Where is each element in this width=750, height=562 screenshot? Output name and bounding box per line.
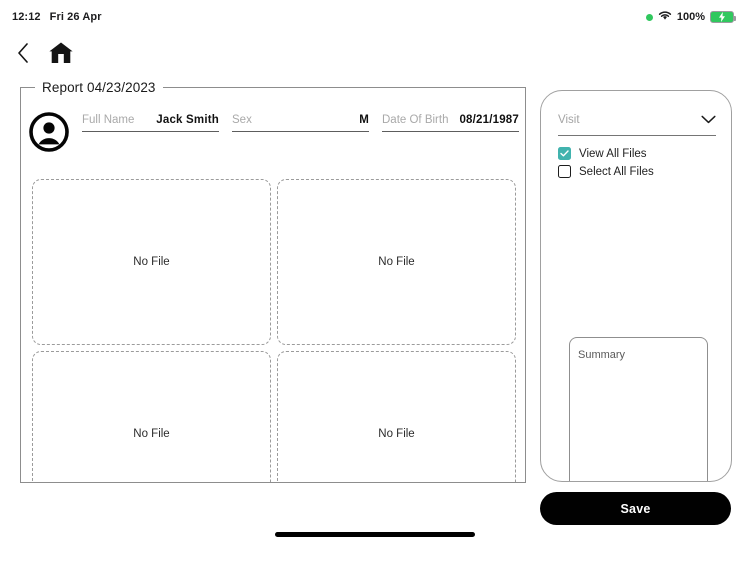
status-date: Fri 26 Apr (49, 11, 102, 23)
view-all-files-label: View All Files (579, 147, 647, 160)
summary-placeholder: Summary (578, 349, 626, 361)
status-bar-right: 100% (645, 10, 736, 24)
full-name-label: Full Name (82, 114, 135, 126)
status-time: 12:12 (12, 11, 41, 23)
view-all-files-checkbox[interactable] (558, 147, 571, 160)
file-dropzone[interactable]: No File (32, 351, 271, 482)
home-button[interactable] (46, 39, 76, 69)
date-of-birth-field[interactable]: Date Of Birth 08/21/1987 (382, 114, 519, 132)
back-button[interactable] (10, 40, 36, 68)
patient-fields: Full Name Jack Smith Sex M Date Of Birth… (69, 114, 525, 132)
file-dropzone[interactable]: No File (277, 179, 516, 345)
report-title: Report 04/23/2023 (42, 80, 156, 95)
wifi-icon (658, 10, 672, 24)
save-button[interactable]: Save (540, 492, 731, 525)
home-indicator[interactable] (275, 532, 475, 537)
date-of-birth-value: 08/21/1987 (459, 114, 519, 126)
sex-field[interactable]: Sex M (232, 114, 369, 132)
chevron-left-icon (17, 42, 29, 66)
visit-select[interactable]: Visit (558, 111, 716, 136)
battery-percent-label: 100% (676, 11, 705, 23)
person-circle-icon (29, 112, 69, 152)
battery-charging-icon (710, 11, 736, 23)
visit-select-placeholder: Visit (558, 114, 580, 126)
chevron-down-icon (701, 111, 716, 129)
side-panel: Visit View All Files Select All Files Su… (540, 90, 732, 482)
report-content: Full Name Jack Smith Sex M Date Of Birth… (21, 95, 525, 482)
dropzone-label: No File (133, 428, 170, 440)
select-all-files-checkbox[interactable] (558, 165, 571, 178)
date-of-birth-label: Date Of Birth (382, 114, 449, 126)
status-bar: 12:12 Fri 26 Apr 100% (0, 0, 750, 34)
file-options-list: View All Files Select All Files (558, 147, 654, 178)
file-dropzone-grid: No File No File No File No File (32, 179, 516, 482)
sex-value: M (359, 114, 369, 126)
select-all-files-row[interactable]: Select All Files (558, 165, 654, 178)
patient-info-row: Full Name Jack Smith Sex M Date Of Birth… (21, 108, 525, 152)
full-name-field[interactable]: Full Name Jack Smith (82, 114, 219, 132)
report-fieldset: Report 04/23/2023 Full Name Jack Smith S… (20, 80, 526, 483)
navigation-bar (0, 36, 750, 72)
dropzone-label: No File (378, 428, 415, 440)
dropzone-label: No File (133, 256, 170, 268)
file-dropzone[interactable]: No File (277, 351, 516, 482)
sex-label: Sex (232, 114, 252, 126)
dropzone-label: No File (378, 256, 415, 268)
select-all-files-label: Select All Files (579, 165, 654, 178)
home-icon (48, 41, 74, 68)
app-root: 12:12 Fri 26 Apr 100% Report 04/23/2023 … (0, 0, 750, 562)
view-all-files-row[interactable]: View All Files (558, 147, 654, 160)
status-bar-left: 12:12 Fri 26 Apr (12, 11, 102, 23)
recording-indicator-icon (645, 13, 653, 21)
full-name-value: Jack Smith (156, 114, 219, 126)
file-dropzone[interactable]: No File (32, 179, 271, 345)
summary-textarea[interactable]: Summary (569, 337, 708, 481)
